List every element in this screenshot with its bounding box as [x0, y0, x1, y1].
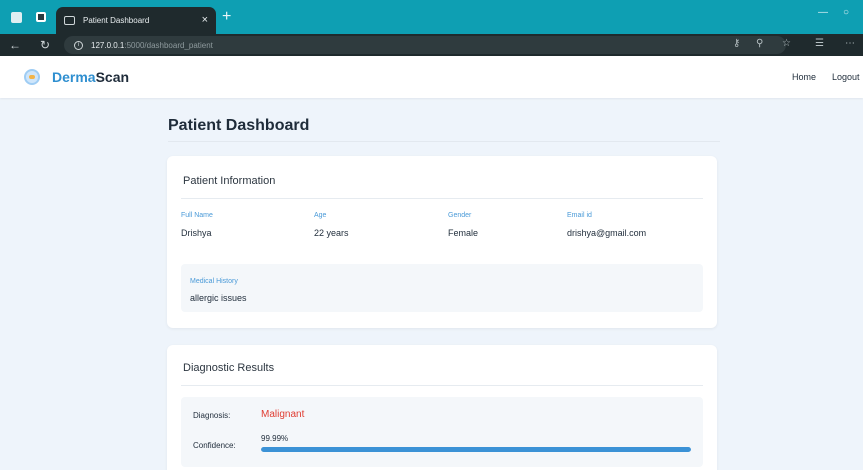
address-bar[interactable]: i 127.0.0.1 :5000/dashboard_patient: [64, 36, 786, 54]
brand-name[interactable]: DermaScan: [52, 69, 129, 85]
age-value: 22 years: [314, 228, 349, 238]
email-value: drishya@gmail.com: [567, 228, 647, 238]
confidence-label: Confidence:: [193, 441, 236, 450]
confidence-value: 99.99%: [261, 434, 289, 443]
nav-home-link[interactable]: Home: [792, 72, 816, 82]
tab-title: Patient Dashboard: [83, 16, 150, 25]
diagnostic-results-heading: Diagnostic Results: [183, 362, 275, 374]
full-name-label: Full Name: [181, 212, 213, 219]
site-header: DermaScan Home Logout: [0, 56, 863, 98]
window-control-icon[interactable]: ○: [843, 7, 849, 18]
brand-name-part1: Derma: [52, 69, 96, 85]
diagnostic-results-card: Diagnostic Results Diagnosis: Malignant …: [167, 345, 717, 470]
site-info-icon[interactable]: i: [74, 40, 83, 50]
tab-close-icon[interactable]: ×: [202, 13, 208, 27]
new-tab-icon[interactable]: +: [222, 8, 231, 26]
diagnosis-label: Diagnosis:: [193, 411, 231, 420]
medical-history-value: allergic issues: [190, 293, 247, 303]
medical-history-box: Medical History allergic issues: [181, 264, 703, 312]
back-icon[interactable]: ←: [9, 38, 21, 52]
age-label: Age: [314, 212, 327, 219]
url-host: 127.0.0.1: [91, 40, 125, 50]
email-label: Email id: [567, 212, 592, 219]
brand-name-part2: Scan: [95, 69, 130, 85]
minimize-icon[interactable]: —: [818, 7, 828, 18]
nav-logout-link[interactable]: Logout: [832, 72, 860, 82]
card-divider: [181, 385, 703, 386]
patient-information-card: Patient Information Full Name Drishya Ag…: [167, 156, 717, 328]
diagnosis-value: Malignant: [261, 409, 305, 420]
confidence-progress-fill: [261, 447, 691, 452]
address-bar-row: ← ↻ i 127.0.0.1 :5000/dashboard_patient …: [0, 34, 863, 56]
dermascan-logo-icon: [24, 69, 40, 85]
title-divider: [168, 141, 720, 142]
url-path: :5000/dashboard_patient: [124, 40, 213, 50]
browser-tab[interactable]: Patient Dashboard ×: [56, 7, 216, 34]
gender-label: Gender: [448, 212, 472, 219]
refresh-icon[interactable]: ↻: [40, 38, 50, 52]
key-icon[interactable]: ⚷: [733, 38, 740, 49]
gender-value: Female: [448, 228, 479, 238]
profile-icon[interactable]: [11, 11, 22, 23]
browser-tab-bar: Patient Dashboard × + — ○: [0, 0, 863, 34]
page-favicon-icon: [64, 16, 75, 25]
page-title: Patient Dashboard: [168, 117, 310, 134]
zoom-icon[interactable]: ⚲: [756, 38, 763, 49]
workspaces-icon[interactable]: [36, 12, 46, 22]
favorite-star-icon[interactable]: ☆: [782, 38, 791, 49]
more-menu-icon[interactable]: ⋯: [845, 38, 855, 49]
diagnosis-box: Diagnosis: Malignant Confidence: 99.99%: [181, 397, 703, 467]
full-name-value: Drishya: [181, 228, 212, 238]
card-divider: [181, 198, 703, 199]
confidence-progress-bar: [261, 447, 691, 452]
patient-information-heading: Patient Information: [183, 175, 276, 187]
favorites-icon[interactable]: ☰: [815, 38, 824, 49]
medical-history-label: Medical History: [190, 278, 238, 285]
